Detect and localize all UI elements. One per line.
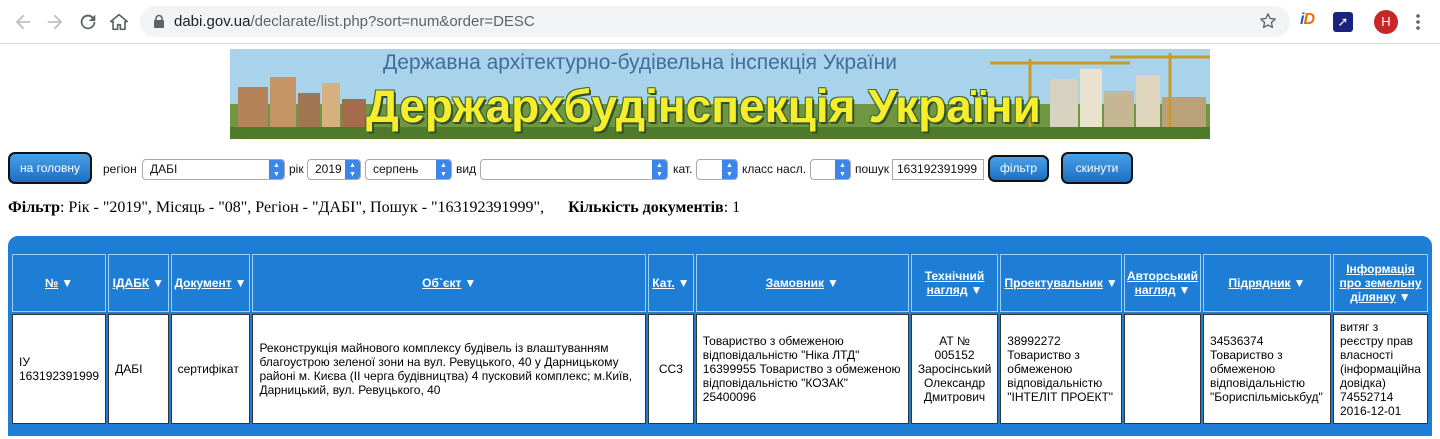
category-label: кат. (673, 162, 693, 176)
document-count-label: Кількість документів (568, 199, 724, 216)
cell-tech-supervision: АТ № 005152 Заросінський Олександр Дмитр… (910, 314, 999, 424)
cell-document: сертифікат (170, 314, 251, 424)
avatar[interactable]: H (1374, 10, 1398, 34)
region-value: ДАБІ (150, 162, 178, 176)
sort-triangle-icon[interactable]: ▼ (678, 276, 690, 290)
col-object-header[interactable]: Об`єкт ▼ (252, 254, 647, 312)
col-contractor-header[interactable]: Підрядник ▼ (1203, 254, 1331, 312)
url-host: dabi.gov.ua (174, 13, 251, 30)
type-label: вид (456, 162, 477, 176)
sort-triangle-icon[interactable]: ▼ (61, 276, 73, 290)
cell-author-supervision (1123, 314, 1202, 424)
address-bar[interactable]: dabi.gov.ua/declarate/list.php?sort=num&… (140, 6, 1290, 37)
cell-category: СС3 (648, 314, 694, 424)
back-arrow-icon[interactable] (12, 11, 34, 33)
col-category-header[interactable]: Кат. ▼ (648, 254, 694, 312)
kebab-menu-icon[interactable] (1408, 12, 1428, 32)
col-author-supervision-header[interactable]: Авторський нагляд ▼ (1123, 254, 1202, 312)
sort-triangle-icon[interactable]: ▼ (971, 283, 983, 297)
col-customer-header[interactable]: Замовник ▼ (695, 254, 909, 312)
extension-id-icon[interactable]: iD (1300, 11, 1315, 29)
col-designer-header[interactable]: Проектувальник ▼ (1000, 254, 1122, 312)
reload-icon[interactable] (77, 11, 99, 33)
year-value: 2019 (315, 162, 342, 176)
cell-idabk: ДАБІ (108, 314, 169, 424)
documents-table-panel: № ▼ ІДАБК ▼ Документ ▼ Об`єкт ▼ Кат. ▼ Замовн… (8, 236, 1432, 436)
reset-button[interactable]: скинути (1061, 152, 1133, 184)
search-label: пошук (855, 162, 890, 176)
filter-summary-text: : Рік - "2019", Місяць - "08", Регіон - … (59, 199, 545, 216)
home-icon[interactable] (108, 11, 130, 33)
url-path: /declarate/list.php?sort=num&order=DESC (250, 13, 535, 30)
filter-summary: Фільтр: Рік - "2019", Місяць - "08", Рег… (8, 199, 740, 217)
class-label: класс насл. (742, 162, 807, 176)
sort-triangle-icon[interactable]: ▼ (827, 276, 839, 290)
month-select[interactable]: серпень ▲ ▼ (365, 159, 452, 180)
forward-arrow-icon[interactable] (44, 11, 66, 33)
select-arrows-icon: ▲ ▼ (345, 160, 360, 179)
category-select[interactable]: ▲ ▼ (696, 159, 738, 180)
sort-triangle-icon[interactable]: ▼ (1399, 290, 1411, 304)
sort-triangle-icon[interactable]: ▼ (152, 276, 164, 290)
search-input[interactable]: 163192391999 (892, 159, 984, 180)
select-arrows-icon: ▲ ▼ (835, 160, 850, 179)
year-select[interactable]: 2019 ▲ ▼ (307, 159, 361, 180)
cell-object: Реконструкція майнового комплексу будіве… (252, 314, 647, 424)
cell-contractor: 34536374 Товариство з обмеженою відповід… (1203, 314, 1331, 424)
type-select[interactable]: ▲ ▼ (480, 159, 668, 180)
region-label: регіон (103, 162, 137, 176)
home-button[interactable]: на головну (8, 152, 92, 184)
select-arrows-icon: ▲ ▼ (652, 160, 667, 179)
lock-icon[interactable] (152, 14, 166, 29)
site-banner: Державна архітектурно-будівельна інспекц… (230, 49, 1210, 139)
browser-toolbar: dabi.gov.ua/declarate/list.php?sort=num&… (0, 0, 1440, 44)
select-arrows-icon: ▲ ▼ (436, 160, 451, 179)
star-icon[interactable] (1258, 11, 1278, 31)
cell-customer: Товариство з обмеженою відповідальністю … (695, 314, 909, 424)
col-document-header[interactable]: Документ ▼ (170, 254, 251, 312)
sort-triangle-icon[interactable]: ▼ (464, 276, 476, 290)
month-value: серпень (373, 162, 419, 176)
banner-title: Держархбудінспекція України (366, 80, 1041, 132)
table-header-row: № ▼ ІДАБК ▼ Документ ▼ Об`єкт ▼ Кат. ▼ Замовн… (12, 254, 1428, 312)
class-select[interactable]: ▲ ▼ (810, 159, 851, 180)
table-row: ІУ 163192391999 ДАБІ сертифікат Реконстр… (12, 314, 1428, 424)
documents-table: № ▼ ІДАБК ▼ Документ ▼ Об`єкт ▼ Кат. ▼ Замовн… (10, 252, 1430, 426)
filter-summary-label: Фільтр (8, 199, 60, 216)
document-count-value: : 1 (723, 199, 741, 216)
cell-designer: 38992272 Товариство з обмеженою відповід… (1000, 314, 1122, 424)
col-land-info-header[interactable]: Інформація про земельну ділянку ▼ (1332, 254, 1428, 312)
select-arrows-icon: ▲ ▼ (722, 160, 737, 179)
cell-land-info: витяг з реєстру прав власності (інформац… (1332, 314, 1428, 424)
region-select[interactable]: ДАБІ ▲ ▼ (142, 159, 285, 180)
url-text: dabi.gov.ua/declarate/list.php?sort=num&… (174, 13, 535, 30)
select-arrows-icon: ▲ ▼ (269, 160, 284, 179)
banner-subtitle: Державна архітектурно-будівельна інспекц… (383, 51, 897, 74)
filter-button[interactable]: фільтр (988, 155, 1049, 182)
filter-bar: на головну регіон ДАБІ ▲ ▼ рік 2019 ▲ ▼ се… (0, 152, 1440, 186)
cell-num: ІУ 163192391999 (12, 314, 107, 424)
sort-triangle-icon[interactable]: ▼ (235, 276, 247, 290)
col-num-header[interactable]: № ▼ (12, 254, 107, 312)
col-tech-supervision-header[interactable]: Технічний нагляд ▼ (910, 254, 999, 312)
sort-triangle-icon[interactable]: ▼ (1106, 276, 1118, 290)
extension-rocket-icon[interactable]: ➚ (1333, 12, 1353, 32)
sort-triangle-icon[interactable]: ▼ (1178, 283, 1190, 297)
col-idabk-header[interactable]: ІДАБК ▼ (108, 254, 169, 312)
year-label: рік (289, 162, 304, 176)
sort-triangle-icon[interactable]: ▼ (1294, 276, 1306, 290)
